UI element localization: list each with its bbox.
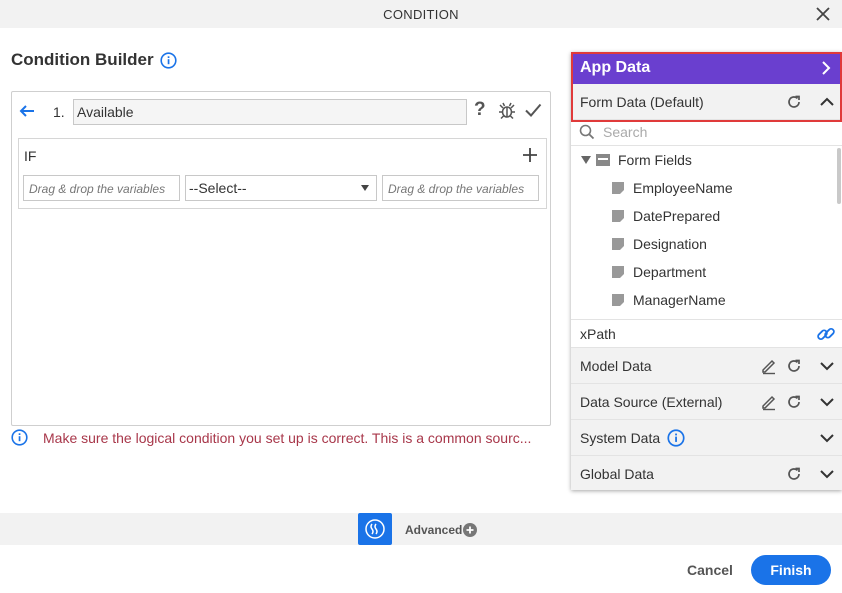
- tree-node-form-fields[interactable]: Form Fields: [571, 146, 831, 174]
- left-operand-dropzone[interactable]: Drag & drop the variables: [23, 175, 180, 201]
- tree-leaf-label: Designation: [633, 236, 707, 252]
- rule-number: 1.: [53, 104, 65, 120]
- section-label: Model Data: [580, 358, 652, 374]
- close-icon[interactable]: [814, 5, 832, 23]
- chevron-down-icon[interactable]: [818, 429, 836, 447]
- rule-container: 1. Available ? IF Drag & drop the variab…: [11, 91, 551, 426]
- refresh-icon[interactable]: [785, 465, 803, 483]
- cancel-button[interactable]: Cancel: [687, 562, 733, 578]
- global-data-section[interactable]: Global Data: [571, 456, 842, 490]
- xpath-row[interactable]: xPath: [571, 319, 842, 348]
- if-condition-block: IF Drag & drop the variables --Select-- …: [18, 138, 547, 209]
- back-arrow-icon[interactable]: [18, 102, 36, 120]
- info-icon[interactable]: [667, 429, 685, 447]
- operator-select-value: --Select--: [189, 180, 247, 196]
- info-icon[interactable]: [160, 52, 177, 69]
- operator-select[interactable]: --Select--: [185, 175, 377, 201]
- right-operand-dropzone[interactable]: Drag & drop the variables: [382, 175, 539, 201]
- plus-circle-icon[interactable]: [463, 523, 477, 537]
- if-label: IF: [24, 148, 37, 164]
- xpath-label: xPath: [580, 326, 616, 342]
- field-icon: [612, 266, 624, 278]
- finish-button[interactable]: Finish: [751, 555, 831, 585]
- field-icon: [612, 294, 624, 306]
- link-icon[interactable]: [816, 324, 836, 344]
- dialog-titlebar: CONDITION: [0, 0, 842, 28]
- form-data-section[interactable]: Form Data (Default): [571, 84, 842, 120]
- info-icon: [11, 429, 28, 446]
- form-fields-tree: Form Fields EmployeeName DatePrepared De…: [571, 146, 842, 319]
- chevron-down-icon[interactable]: [818, 465, 836, 483]
- model-data-section[interactable]: Model Data: [571, 348, 842, 384]
- page-title: Condition Builder: [11, 50, 154, 69]
- help-icon[interactable]: ?: [474, 99, 486, 121]
- data-source-section[interactable]: Data Source (External): [571, 384, 842, 420]
- warning-message: Make sure the logical condition you set …: [43, 430, 532, 446]
- chevron-right-icon[interactable]: [819, 60, 833, 76]
- rule-name-input[interactable]: Available: [73, 99, 467, 125]
- section-label: Data Source (External): [580, 394, 723, 410]
- tree-leaf-label: ManagerName: [633, 292, 726, 308]
- chevron-down-icon[interactable]: [818, 357, 836, 375]
- app-data-header[interactable]: App Data: [571, 52, 842, 84]
- form-data-label: Form Data (Default): [580, 94, 704, 110]
- dialog-title: CONDITION: [383, 7, 459, 22]
- system-data-section[interactable]: System Data: [571, 420, 842, 456]
- advanced-icon: [365, 519, 385, 539]
- field-icon: [612, 182, 624, 194]
- advanced-button[interactable]: [358, 513, 392, 545]
- section-label: Global Data: [580, 466, 654, 482]
- field-icon: [612, 238, 624, 250]
- tree-leaf-label: Department: [633, 264, 707, 280]
- refresh-icon[interactable]: [785, 357, 803, 375]
- app-data-panel: App Data Form Data (Default) Search Form…: [571, 52, 842, 490]
- tree-leaf-label: EmployeeName: [633, 180, 733, 196]
- tree-leaf-label: DatePrepared: [633, 208, 721, 224]
- search-box[interactable]: Search: [571, 120, 842, 146]
- bug-icon[interactable]: [497, 100, 517, 120]
- advanced-label[interactable]: Advanced: [405, 523, 462, 537]
- edit-icon[interactable]: [760, 357, 778, 375]
- search-icon: [579, 124, 595, 140]
- scrollbar[interactable]: [837, 148, 841, 204]
- chevron-down-icon[interactable]: [818, 393, 836, 411]
- edit-icon[interactable]: [760, 393, 778, 411]
- app-data-title: App Data: [580, 59, 651, 76]
- folder-icon: [596, 154, 610, 166]
- check-icon[interactable]: [524, 101, 542, 119]
- search-input[interactable]: Search: [603, 124, 647, 140]
- tree-node-label: Form Fields: [618, 152, 692, 168]
- refresh-icon[interactable]: [785, 393, 803, 411]
- plus-icon[interactable]: [522, 147, 538, 163]
- chevron-up-icon[interactable]: [818, 93, 836, 111]
- section-label: System Data: [580, 430, 661, 446]
- expand-triangle-icon[interactable]: [581, 156, 591, 164]
- chevron-down-icon: [361, 185, 369, 191]
- refresh-icon[interactable]: [785, 93, 803, 111]
- field-icon: [612, 210, 624, 222]
